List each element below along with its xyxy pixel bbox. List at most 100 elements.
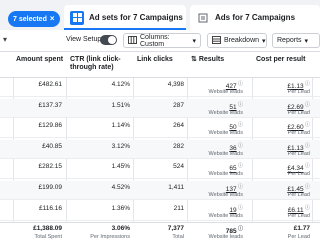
attribution-icon: ⓘ <box>236 226 243 232</box>
results-sub: Website leads <box>208 212 243 219</box>
columns-button[interactable]: Columns: Custom ▾ <box>123 33 201 48</box>
column-header-link-clicks[interactable]: Link clicks <box>137 56 185 64</box>
attribution-icon: ⓘ <box>236 142 243 149</box>
table-row[interactable]: £482.61 4.12% 4,398 427 ⓘ Website leads £1.13… <box>0 78 320 97</box>
total-ctr: 3.06% <box>111 225 130 232</box>
ads-document-icon <box>196 11 210 25</box>
columns-label: Columns: Custom <box>140 33 170 48</box>
column-header-cost-per-result[interactable]: Cost per result <box>256 56 310 64</box>
reports-button[interactable]: Reports ▾ <box>272 33 320 48</box>
attribution-icon: ⓘ <box>303 81 310 87</box>
results-sub: Website leads <box>208 171 243 178</box>
amount-spent-cell: £116.16 <box>38 204 62 212</box>
attribution-icon: ⓘ <box>236 184 243 190</box>
total-results-sub: Website leads <box>208 234 243 240</box>
link-clicks-cell: 524 <box>173 163 184 171</box>
cost-per-result-sub: Per Lead <box>287 89 310 95</box>
results-sub: Website leads <box>208 150 243 157</box>
breakdown-icon <box>212 35 221 46</box>
results-sub: Website leads <box>208 192 243 198</box>
table-row[interactable]: £137.37 1.51% 287 51 ⓘ Website leads £2.69 ⓘ P… <box>0 98 320 118</box>
results-sub: Website leads <box>208 109 243 116</box>
cost-per-result-sub: Per Lead <box>287 130 310 137</box>
ctr-cell: 4.12% <box>111 81 130 88</box>
table-header: Amount spent CTR (link click-through rat… <box>0 52 320 78</box>
attribution-icon: ⓘ <box>236 163 243 170</box>
amount-spent-cell: £129.86 <box>38 122 63 130</box>
chevron-down-icon: ▾ <box>192 37 196 45</box>
ad-sets-table: Amount spent CTR (link click-through rat… <box>0 52 320 240</box>
total-cost: £1.77 <box>293 225 310 232</box>
attribution-icon: ⓘ <box>303 163 310 170</box>
breakdown-label: Breakdown <box>224 37 260 44</box>
table-row[interactable]: £116.16 1.36% 211 19 ⓘ Website leads £6.11 ⓘ P… <box>0 202 320 221</box>
column-header-amount-spent[interactable]: Amount spent <box>16 56 64 64</box>
attribution-icon: ⓘ <box>303 122 310 129</box>
total-amount: £1,388.09 <box>33 225 62 232</box>
total-cost-sub: Per Lead <box>287 234 310 240</box>
columns-icon <box>128 35 137 46</box>
table-row[interactable]: £40.85 3.12% 282 36 ⓘ Website leads £1.13 ⓘ Pe… <box>0 139 320 159</box>
results-sub: Website leads <box>208 130 243 137</box>
total-ctr-sub: Per Impressions <box>90 234 130 240</box>
tab-ads-label: Ads for 7 Campaigns <box>215 13 296 22</box>
chevron-down-icon: ▾ <box>304 37 309 45</box>
column-header-results[interactable]: ⇅ Results <box>191 56 249 64</box>
tab-ads[interactable]: Ads for 7 Campaigns <box>190 5 320 30</box>
results-sub: Website leads <box>208 89 243 95</box>
table-row[interactable]: £199.09 4.52% 1,411 137 ⓘ Website leads £1.45… <box>0 181 320 200</box>
attribution-icon: ⓘ <box>236 122 243 129</box>
totals-row: £1,388.09 Total Spent 3.06% Per Impressi… <box>0 222 320 240</box>
amount-spent-cell: £199.09 <box>38 184 63 191</box>
ctr-cell: 1.14% <box>111 122 130 130</box>
total-clicks: 7,377 <box>167 225 184 232</box>
selected-count-pill[interactable]: 7 selected × <box>8 11 60 27</box>
breakdown-button[interactable]: Breakdown ▾ <box>207 33 267 48</box>
link-clicks-cell: 287 <box>173 101 184 109</box>
chevron-down-icon: ▾ <box>262 37 266 45</box>
ctr-cell: 3.12% <box>111 142 130 150</box>
column-header-ctr[interactable]: CTR (link click-through rate) <box>70 56 132 72</box>
sort-icon: ⇅ <box>191 56 197 63</box>
ctr-cell: 1.45% <box>111 163 130 171</box>
attribution-icon: ⓘ <box>236 81 243 87</box>
ad-sets-grid-icon <box>70 10 84 25</box>
link-clicks-cell: 264 <box>173 122 184 130</box>
ctr-cell: 1.51% <box>111 101 130 109</box>
attribution-icon: ⓘ <box>303 142 310 149</box>
amount-spent-cell: £137.37 <box>38 101 63 109</box>
table-row[interactable]: £129.86 1.14% 264 50 ⓘ Website leads £2.60 ⓘ P… <box>0 119 320 139</box>
amount-spent-cell: £482.61 <box>38 81 63 88</box>
link-clicks-cell: 4,398 <box>167 81 184 88</box>
link-clicks-cell: 211 <box>173 204 184 212</box>
ctr-cell: 4.52% <box>111 184 130 191</box>
cost-per-result-sub: Per Lead <box>287 171 310 178</box>
column-header-results-label: Results <box>198 56 225 63</box>
total-amount-sub: Total Spent <box>34 234 62 240</box>
attribution-icon: ⓘ <box>303 204 310 211</box>
amount-spent-cell: £40.85 <box>42 142 62 150</box>
view-setup-toggle[interactable] <box>100 35 117 45</box>
amount-spent-cell: £282.15 <box>38 163 63 171</box>
cost-per-result-sub: Per Lead <box>287 192 310 198</box>
cost-per-result-sub: Per Lead <box>287 150 310 157</box>
total-clicks-sub: Total <box>172 234 184 240</box>
link-clicks-cell: 282 <box>173 142 184 150</box>
attribution-icon: ⓘ <box>236 204 243 211</box>
toolbar: ▾ View Setup Columns: Custom ▾ Breakdown… <box>0 30 320 52</box>
cost-per-result-sub: Per Lead <box>287 212 310 219</box>
close-icon[interactable]: × <box>50 15 55 23</box>
ctr-cell: 1.36% <box>111 204 130 212</box>
top-tab-bar: 7 selected × Ad sets for 7 Campaigns Ads… <box>0 0 320 30</box>
selected-count-label: 7 selected <box>13 15 47 23</box>
attribution-icon: ⓘ <box>236 101 243 108</box>
link-clicks-cell: 1,411 <box>168 184 184 191</box>
tab-ad-sets[interactable]: Ad sets for 7 Campaigns <box>64 5 186 30</box>
table-row[interactable]: £282.15 1.45% 524 65 ⓘ Website leads £4.34 ⓘ P… <box>0 160 320 180</box>
attribution-icon: ⓘ <box>303 184 310 190</box>
attribution-icon: ⓘ <box>303 101 310 108</box>
view-setup-label: View Setup <box>66 36 102 43</box>
reports-label: Reports <box>277 37 302 44</box>
tab-ad-sets-label: Ad sets for 7 Campaigns <box>89 13 183 22</box>
chevron-down-icon[interactable]: ▾ <box>3 35 7 44</box>
